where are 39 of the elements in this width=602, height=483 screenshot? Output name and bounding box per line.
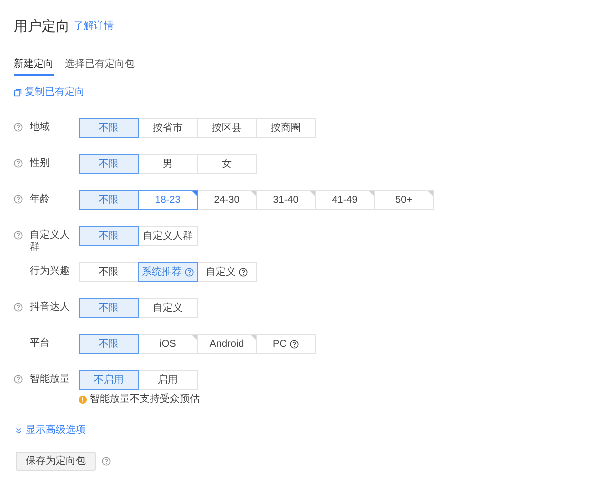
field-label: 地域	[30, 122, 51, 134]
option-button[interactable]: 自定义	[197, 262, 257, 282]
save-button[interactable]: 保存为定向包	[16, 452, 96, 471]
option-button[interactable]: 不限	[79, 262, 139, 282]
option-button[interactable]: 自定义人群	[138, 226, 198, 246]
help-icon	[102, 457, 111, 466]
field-label: 自定义人群	[30, 230, 71, 254]
option-button[interactable]: 50+	[374, 190, 434, 210]
field-label: 抖音达人	[30, 302, 71, 314]
details-link[interactable]: 了解详情	[74, 22, 114, 32]
option-button[interactable]: 系统推荐	[138, 262, 198, 282]
tab[interactable]: 新建定向	[14, 59, 54, 76]
field-label: 平台	[30, 338, 51, 350]
page-title: 用户定向	[14, 19, 70, 33]
option-button[interactable]: 按商圈	[256, 118, 316, 138]
field-label: 性别	[30, 158, 51, 170]
field-label: 智能放量	[30, 374, 71, 386]
field-label: 年龄	[30, 194, 51, 206]
warning-icon	[79, 396, 87, 404]
copy-icon	[14, 88, 22, 96]
option-button[interactable]: 自定义	[138, 298, 198, 318]
option-button[interactable]: 启用	[138, 370, 198, 390]
advanced-options-link[interactable]: 显示高级选项	[16, 423, 86, 438]
option-button[interactable]: Android	[197, 334, 257, 354]
option-button[interactable]: PC	[256, 334, 316, 354]
copy-link[interactable]: 复制已有定向	[14, 85, 85, 100]
chevron-down-icon	[16, 428, 22, 434]
option-button[interactable]: 24-30	[197, 190, 257, 210]
option-button[interactable]: 男	[138, 154, 198, 174]
option-button[interactable]: 按区县	[197, 118, 257, 138]
option-button[interactable]: iOS	[138, 334, 198, 354]
warning-note: 智能放量不支持受众预估	[90, 394, 200, 406]
option-button[interactable]: 女	[197, 154, 257, 174]
option-button[interactable]: 18-23	[138, 190, 198, 210]
field-label: 行为兴趣	[30, 266, 71, 278]
tab[interactable]: 选择已有定向包	[65, 59, 135, 76]
option-button[interactable]: 按省市	[138, 118, 198, 138]
option-button[interactable]: 31-40	[256, 190, 316, 210]
option-button[interactable]: 41-49	[315, 190, 375, 210]
